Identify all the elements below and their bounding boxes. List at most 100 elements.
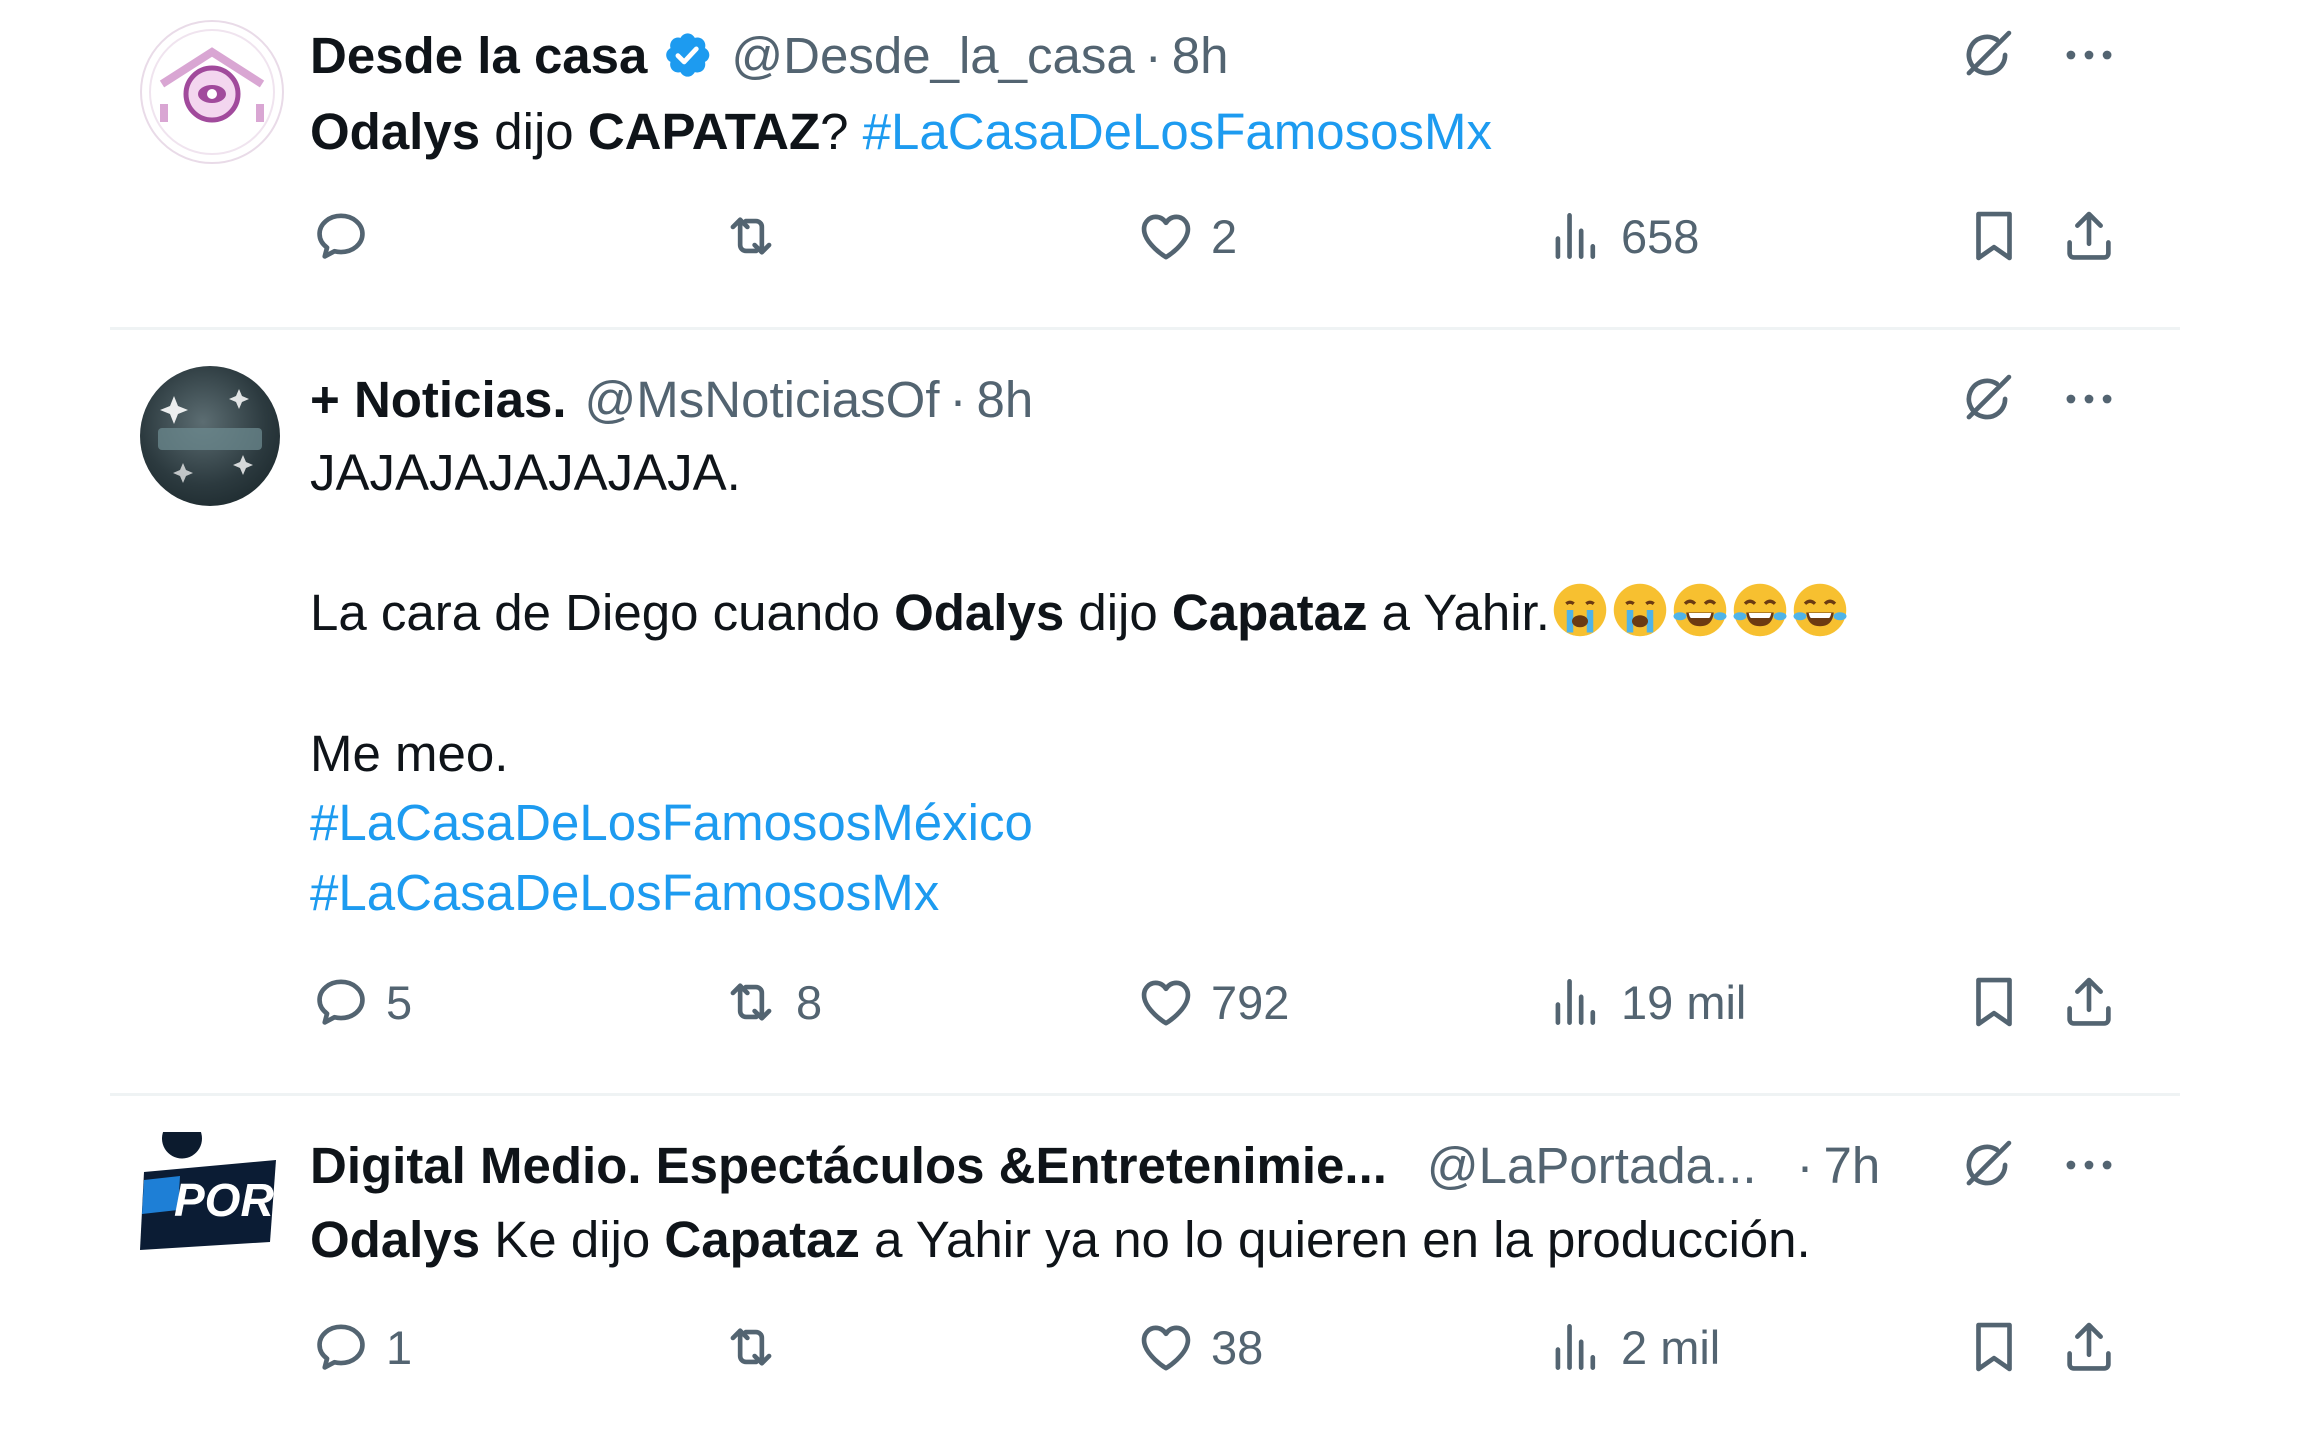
share-icon: [2058, 205, 2120, 267]
text-segment: La cara de Diego cuando: [310, 584, 895, 641]
reply-icon: [310, 1316, 372, 1378]
display-name[interactable]: + Noticias.: [310, 370, 567, 429]
tweet-header: Digital Medio. Espectáculos &Entretenimi…: [310, 1130, 1940, 1200]
tweet-header: + Noticias. @MsNoticiasOf · 8h: [310, 364, 1033, 434]
retweet-icon: [720, 971, 782, 1033]
tweet-1[interactable]: Desde la casa @Desde_la_casa · 8h Odalys…: [110, 0, 2180, 330]
share-icon: [2058, 1316, 2120, 1378]
loudly-crying-face-emoji: [1610, 580, 1670, 640]
view-count: 19 mil: [1621, 975, 1747, 1029]
like-button[interactable]: 2: [1135, 205, 1237, 267]
text-segment: a Yahir ya no lo quieren en la producció…: [859, 1211, 1811, 1268]
heart-icon: [1135, 205, 1197, 267]
bookmark-icon: [1963, 971, 2025, 1033]
grok-icon[interactable]: [1956, 24, 2018, 86]
top-icons: [1956, 368, 2120, 430]
hashtag-link[interactable]: #LaCasaDeLosFamososMx: [863, 103, 1492, 160]
display-name[interactable]: Digital Medio. Espectáculos &Entretenimi…: [310, 1136, 1387, 1195]
tweet-2[interactable]: + Noticias. @MsNoticiasOf · 8h JAJAJAJAJ…: [110, 328, 2180, 1096]
reply-icon: [310, 205, 372, 267]
more-icon[interactable]: [2058, 1134, 2120, 1196]
bold-word: Capataz: [664, 1211, 860, 1268]
handle[interactable]: @LaPortada...: [1427, 1136, 1757, 1195]
retweet-button[interactable]: 8: [720, 971, 822, 1033]
views-icon: [1545, 971, 1607, 1033]
retweet-button[interactable]: [720, 1316, 796, 1378]
hashtag-link[interactable]: #LaCasaDeLosFamososMéxico: [310, 788, 1033, 858]
separator-dot: ·: [1796, 1136, 1814, 1194]
views-button[interactable]: 658: [1545, 205, 1699, 267]
tweet-text-line-1: JAJAJAJAJAJAJA.: [310, 444, 741, 501]
bold-word: Odalys: [310, 103, 481, 160]
like-button[interactable]: 792: [1135, 971, 1289, 1033]
share-button[interactable]: [2058, 1316, 2120, 1378]
top-icons: [1956, 24, 2120, 86]
la-portada-logo-avatar[interactable]: POR: [140, 1118, 280, 1272]
casa-logo-avatar[interactable]: [140, 20, 284, 164]
bold-word: Odalys: [894, 584, 1065, 641]
bookmark-button[interactable]: [1963, 971, 2025, 1033]
views-button[interactable]: 19 mil: [1545, 971, 1746, 1033]
heart-icon: [1135, 971, 1197, 1033]
retweet-icon: [720, 1316, 782, 1378]
bookmark-icon: [1963, 205, 2025, 267]
tears-of-joy-face-emoji: [1670, 580, 1730, 640]
views-icon: [1545, 1316, 1607, 1378]
tears-of-joy-face-emoji: [1790, 580, 1850, 640]
bookmark-button[interactable]: [1963, 1316, 2025, 1378]
bold-word: Odalys: [310, 1211, 481, 1268]
verified-badge-icon: [661, 29, 713, 81]
reply-icon: [310, 971, 372, 1033]
reply-button[interactable]: 1: [310, 1316, 412, 1378]
display-name[interactable]: Desde la casa: [310, 26, 647, 85]
reply-count: 1: [386, 1320, 413, 1374]
heart-icon: [1135, 1316, 1197, 1378]
handle[interactable]: @Desde_la_casa: [731, 26, 1134, 85]
action-bar: 2 658: [310, 205, 2120, 285]
bold-word: CAPATAZ: [587, 103, 821, 160]
action-bar: 1 38 2 mil: [310, 1316, 2120, 1396]
views-button[interactable]: 2 mil: [1545, 1316, 1720, 1378]
noticias-logo-avatar[interactable]: [140, 366, 280, 506]
share-button[interactable]: [2058, 971, 2120, 1033]
grok-icon[interactable]: [1956, 368, 2018, 430]
top-icons: [1956, 1134, 2120, 1196]
retweet-icon: [720, 205, 782, 267]
reply-button[interactable]: 5: [310, 971, 412, 1033]
view-count: 2 mil: [1621, 1320, 1721, 1374]
more-icon[interactable]: [2058, 368, 2120, 430]
separator-dot: ·: [1144, 26, 1162, 84]
retweet-button[interactable]: [720, 205, 796, 267]
like-count: 792: [1211, 975, 1290, 1029]
reply-count: 5: [386, 975, 413, 1029]
avatar-text: POR: [174, 1174, 274, 1226]
text-segment: a Yahir.: [1367, 584, 1550, 641]
hashtag-link[interactable]: #LaCasaDeLosFamososMx: [310, 858, 939, 928]
tears-of-joy-face-emoji: [1730, 580, 1790, 640]
tweet-text: Odalys dijo CAPATAZ? #LaCasaDeLosFamosos…: [310, 97, 1492, 167]
separator-dot: ·: [949, 370, 967, 428]
bookmark-icon: [1963, 1316, 2025, 1378]
share-icon: [2058, 971, 2120, 1033]
reply-button[interactable]: [310, 205, 386, 267]
grok-icon[interactable]: [1956, 1134, 2018, 1196]
handle[interactable]: @MsNoticiasOf: [585, 370, 940, 429]
more-icon[interactable]: [2058, 24, 2120, 86]
share-button[interactable]: [2058, 205, 2120, 267]
action-bar: 5 8 792 19 mil: [310, 971, 2120, 1051]
text-segment: Ke dijo: [480, 1211, 665, 1268]
tweet-3[interactable]: POR Digital Medio. Espectáculos &Entrete…: [110, 1094, 2180, 1440]
like-count: 38: [1211, 1320, 1264, 1374]
views-icon: [1545, 205, 1607, 267]
retweet-count: 8: [796, 975, 823, 1029]
text-segment: dijo: [1064, 584, 1172, 641]
timestamp[interactable]: 8h: [1172, 26, 1229, 85]
text-segment: ?: [820, 103, 863, 160]
text-segment: dijo: [480, 103, 588, 160]
like-button[interactable]: 38: [1135, 1316, 1263, 1378]
timestamp[interactable]: 8h: [977, 370, 1034, 429]
loudly-crying-face-emoji: [1550, 580, 1610, 640]
bookmark-button[interactable]: [1963, 205, 2025, 267]
view-count: 658: [1621, 209, 1700, 263]
timestamp[interactable]: 7h: [1824, 1136, 1881, 1195]
